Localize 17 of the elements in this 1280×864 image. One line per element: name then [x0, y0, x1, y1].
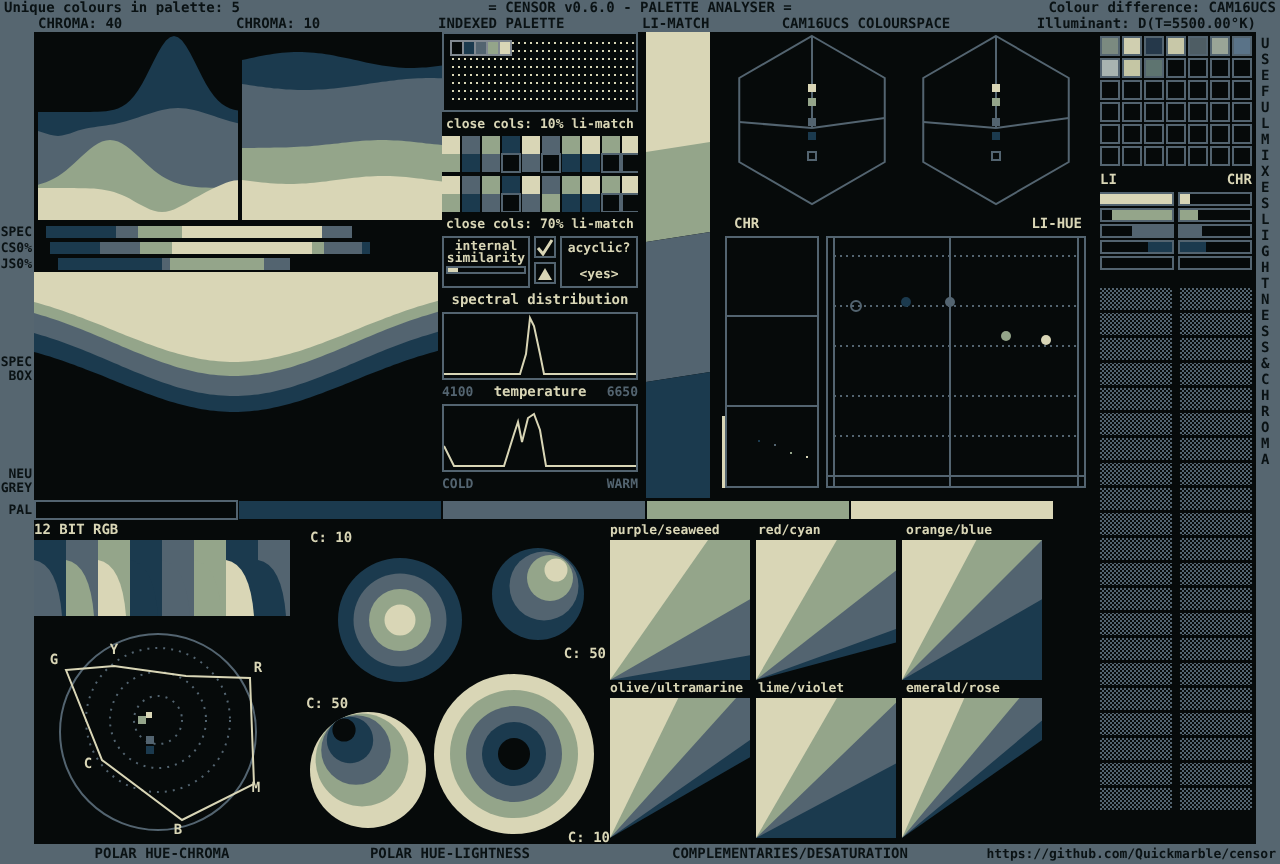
palette-swatch[interactable]: [476, 42, 486, 54]
concentric-disc-drawing: [492, 548, 584, 640]
concentric-disc-drawing: [310, 712, 426, 828]
triangle-icon[interactable]: [534, 262, 556, 284]
concentric-disc-drawing: [338, 558, 462, 682]
complementary-fan-drawing: [610, 540, 750, 680]
complementary-fan-drawing: [756, 698, 896, 838]
complementary-fan-drawing: [756, 540, 896, 680]
palette-swatch[interactable]: [452, 42, 462, 54]
palette-swatch[interactable]: [464, 42, 474, 54]
complementary-fan-drawing: [610, 698, 750, 838]
complementary-fan-drawing: [902, 540, 1042, 680]
palette-swatch[interactable]: [500, 42, 510, 54]
similarity-slider[interactable]: [446, 266, 526, 274]
complementary-fan-drawing: [902, 698, 1042, 838]
similarity-checkbox[interactable]: [534, 236, 556, 258]
palette-swatch[interactable]: [488, 42, 498, 54]
